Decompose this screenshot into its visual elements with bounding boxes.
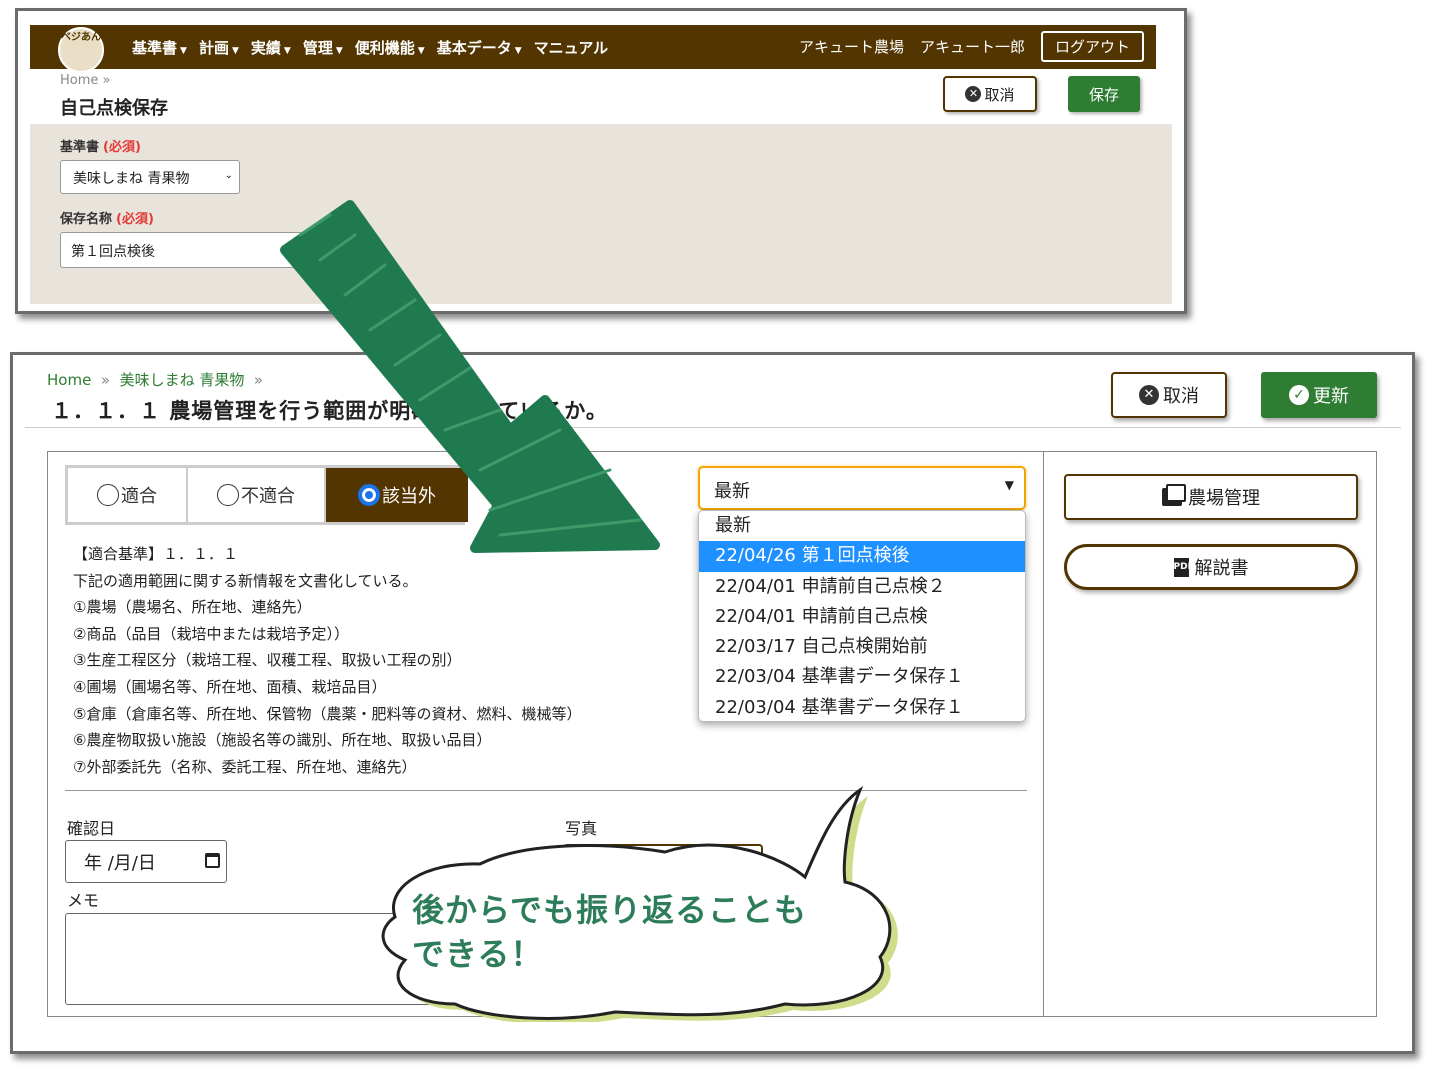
- callout-text: 後からでも振り返ることも できる！: [412, 888, 807, 976]
- callout-line-2: できる！: [412, 935, 544, 973]
- callout-line-1: 後からでも振り返ることも: [412, 891, 808, 929]
